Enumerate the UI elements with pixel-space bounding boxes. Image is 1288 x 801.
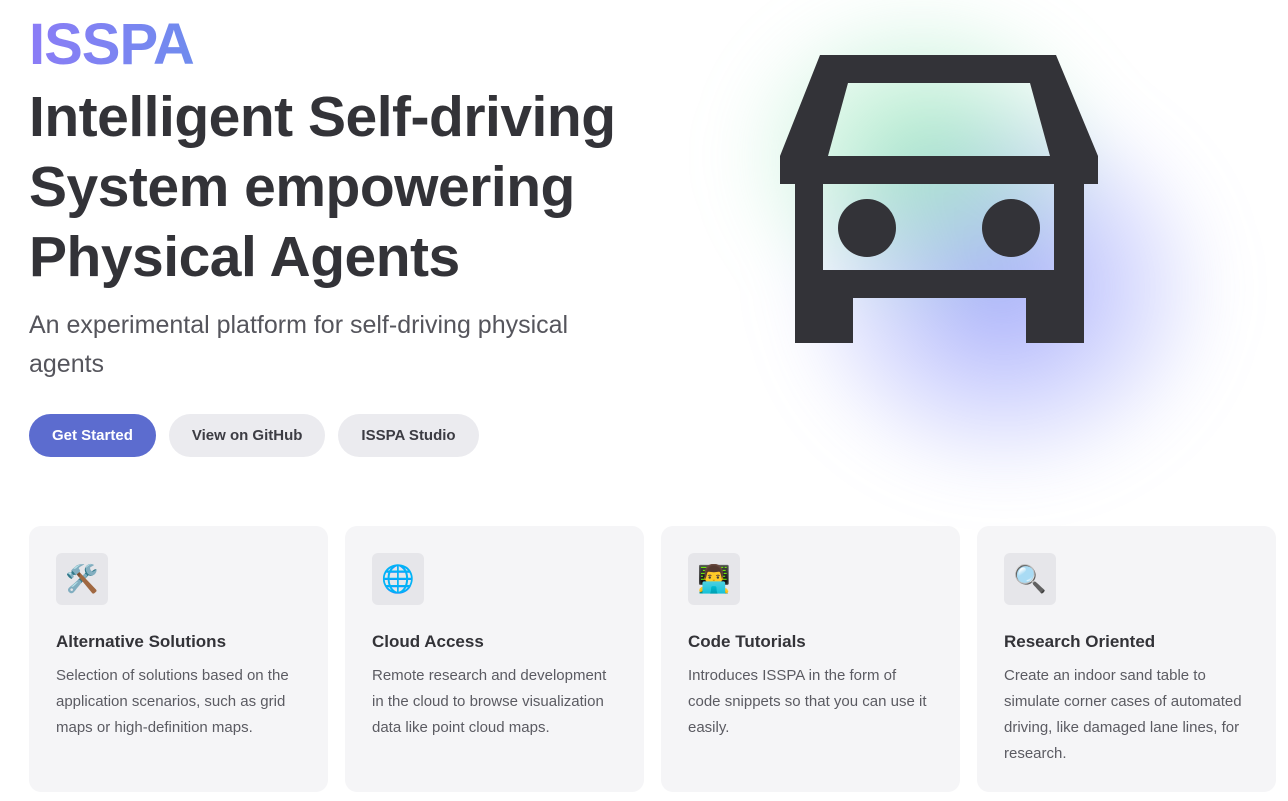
isspa-studio-button[interactable]: ISSPA Studio <box>338 414 479 457</box>
page: ISSPA Intelligent Self-driving System em… <box>0 0 1288 801</box>
feature-card-code-tutorials: 👨‍💻 Code Tutorials Introduces ISSPA in t… <box>661 526 960 792</box>
headline-line: System empowering <box>29 155 575 219</box>
feature-description: Create an indoor sand table to simulate … <box>1004 667 1242 762</box>
tagline: An experimental platform for self-drivin… <box>29 311 569 378</box>
feature-description: Selection of solutions based on the appl… <box>56 667 289 736</box>
feature-title: Code Tutorials <box>688 632 806 651</box>
feature-card-cloud-access: 🌐 Cloud Access Remote research and devel… <box>345 526 644 792</box>
hero-actions: Get Started View on GitHub ISSPA Studio <box>29 414 479 457</box>
brand-name: ISSPA <box>29 12 669 78</box>
technologist-icon: 👨‍💻 <box>688 553 740 605</box>
hammer-and-wrench-icon: 🛠️ <box>56 553 108 605</box>
feature-description: Introduces ISSPA in the form of code sni… <box>688 667 927 736</box>
headline-line: Intelligent Self-driving <box>29 85 616 149</box>
page-title: Intelligent Self-driving System empoweri… <box>29 82 669 292</box>
globe-icon: 🌐 <box>372 553 424 605</box>
headline-line: Physical Agents <box>29 225 460 289</box>
feature-title: Alternative Solutions <box>56 632 227 651</box>
magnifier-icon: 🔍 <box>1004 553 1056 605</box>
view-on-github-button[interactable]: View on GitHub <box>168 414 326 457</box>
get-started-button[interactable]: Get Started <box>29 414 156 457</box>
hero-text: ISSPA Intelligent Self-driving System em… <box>29 12 669 384</box>
feature-card-research-oriented: 🔍 Research Oriented Create an indoor san… <box>977 526 1276 792</box>
feature-card-alternative-solutions: 🛠️ Alternative Solutions Selection of so… <box>29 526 328 792</box>
feature-title: Cloud Access <box>372 632 484 651</box>
feature-title: Research Oriented <box>1004 632 1156 651</box>
features-list: 🛠️ Alternative Solutions Selection of so… <box>29 526 1276 792</box>
feature-description: Remote research and development in the c… <box>372 667 607 736</box>
car-icon <box>780 55 1098 345</box>
